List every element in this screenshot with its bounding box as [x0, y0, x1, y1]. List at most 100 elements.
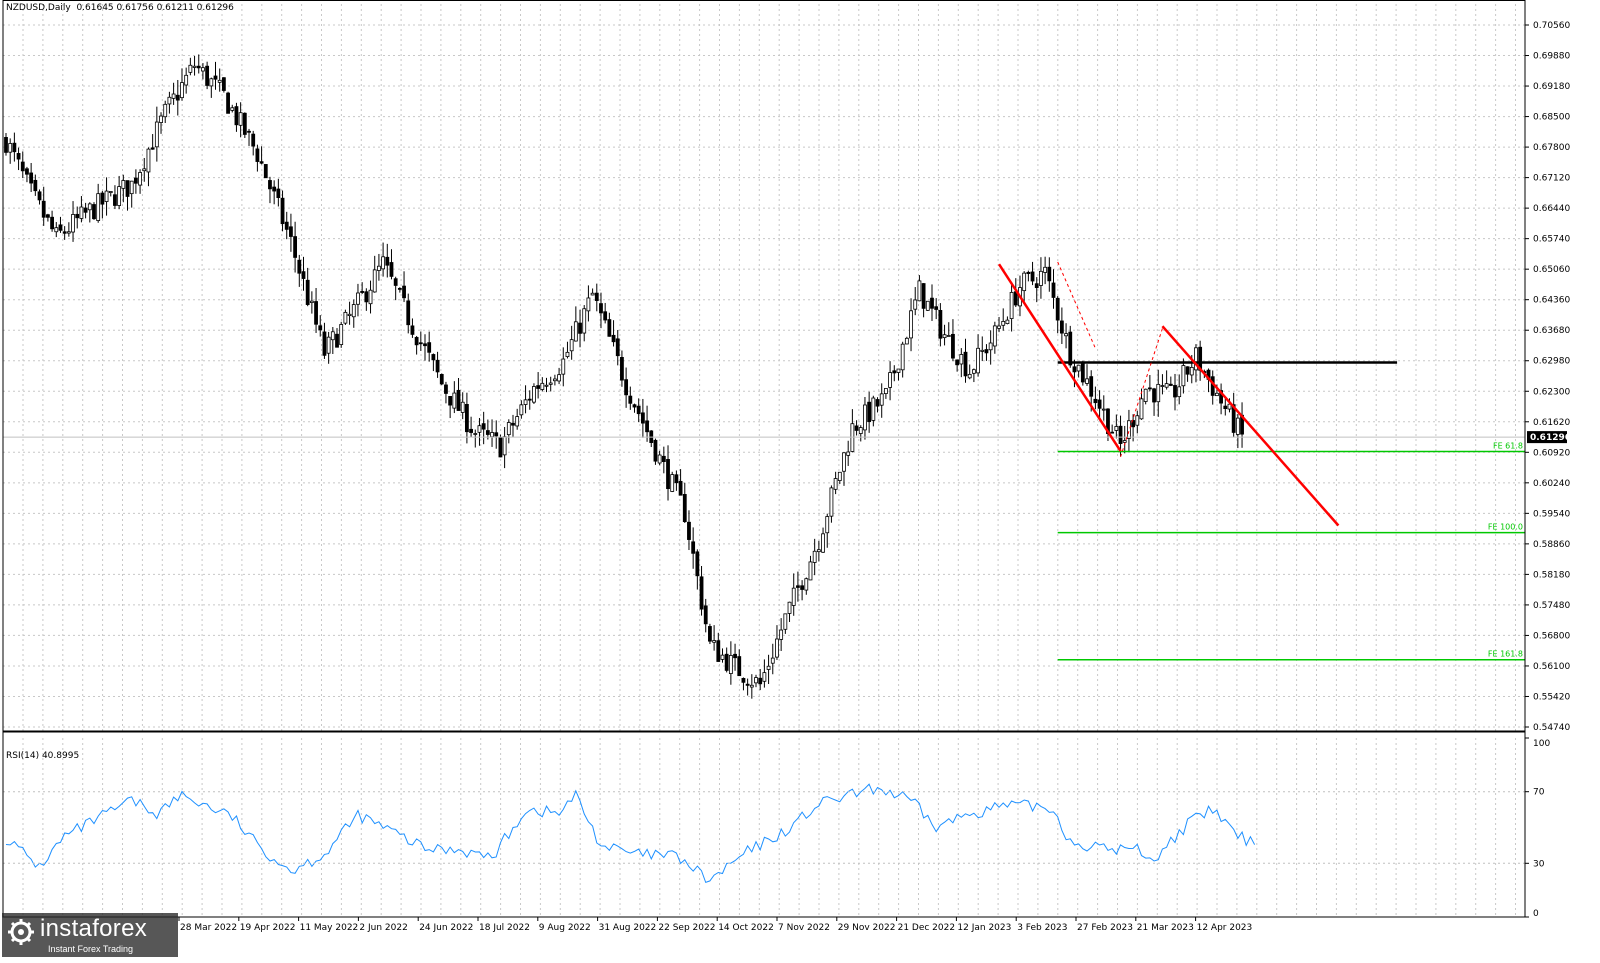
candle-body: [100, 192, 105, 205]
price-tick-label: 0.58860: [1533, 540, 1570, 550]
price-tick-label: 0.56800: [1533, 631, 1570, 641]
candle-body: [632, 404, 637, 408]
candle-body: [1059, 320, 1064, 334]
price-tick-label: 0.65740: [1533, 235, 1570, 245]
candle-body: [1072, 366, 1077, 373]
candle-body: [50, 216, 54, 230]
candle-body: [163, 103, 168, 118]
chart-header: NZDUSD,Daily 0.61645 0.61756 0.61211 0.6…: [6, 3, 234, 13]
candle-body: [234, 106, 239, 126]
candle-body: [196, 65, 201, 69]
candle-body: [879, 393, 884, 406]
candle-body: [427, 342, 432, 353]
candle-body: [557, 374, 561, 382]
candle-body: [976, 347, 980, 374]
candle-body: [854, 425, 859, 431]
candle-body: [213, 75, 218, 80]
candle-body: [867, 401, 872, 423]
candle-body: [464, 403, 469, 433]
candle-body: [343, 311, 348, 324]
candle-body: [515, 416, 520, 427]
candle-body: [251, 133, 256, 147]
candle-body: [544, 384, 549, 387]
candle-body: [1005, 319, 1010, 324]
candle-body: [276, 188, 281, 198]
candle-body: [708, 626, 712, 642]
candle-body: [532, 386, 536, 403]
time-tick-label: 3 Feb 2023: [1017, 923, 1067, 933]
candle-body: [79, 206, 84, 219]
candle-body: [1101, 408, 1106, 411]
candle-body: [1089, 376, 1094, 397]
candle-body: [871, 397, 876, 421]
candle-body: [712, 640, 717, 643]
candle-body: [1047, 266, 1052, 282]
candle-body: [636, 405, 641, 415]
price-tick-label: 0.68500: [1533, 113, 1570, 123]
price-tick-label: 0.56100: [1533, 662, 1570, 672]
candle-body: [988, 342, 993, 351]
candle-body: [754, 677, 758, 684]
candle-body: [770, 657, 775, 664]
candle-body: [255, 148, 260, 162]
candle-body: [289, 226, 293, 237]
candle-body: [469, 428, 473, 433]
candle-body: [863, 404, 867, 431]
candle-body: [699, 576, 704, 610]
candle-body: [594, 292, 599, 301]
time-tick-label: 11 May 2022: [300, 923, 359, 933]
price-tick-label: 0.69180: [1533, 82, 1570, 92]
candle-body: [339, 324, 344, 345]
candle-body: [674, 474, 679, 484]
candle-body: [695, 551, 700, 577]
candle-body: [456, 389, 461, 411]
candle-body: [573, 321, 578, 342]
candle-body: [620, 357, 624, 381]
price-tick-label: 0.69880: [1533, 52, 1570, 62]
candle-body: [347, 313, 352, 316]
candle-body: [946, 335, 951, 337]
candle-body: [180, 82, 184, 99]
candle-body: [1110, 431, 1115, 434]
candle-body: [460, 401, 465, 413]
candle-body: [586, 297, 591, 312]
candle-body: [1039, 270, 1043, 286]
candle-body: [1135, 415, 1140, 426]
candle-body: [1168, 383, 1173, 386]
candle-body: [1068, 331, 1073, 366]
candle-body: [536, 385, 541, 389]
candle-body: [884, 388, 888, 395]
candle-body: [372, 269, 377, 293]
candle-body: [569, 339, 574, 352]
candle-body: [397, 287, 402, 290]
price-tick-label: 0.66440: [1533, 204, 1570, 214]
candle-body: [1076, 364, 1081, 372]
candle-body: [335, 333, 339, 348]
candle-body: [720, 654, 725, 660]
candle-body: [523, 399, 528, 405]
candle-body: [418, 342, 423, 345]
price-tick-label: 0.65060: [1533, 265, 1570, 275]
candle-body: [25, 168, 29, 175]
candle-body: [431, 354, 436, 361]
price-tick-label: 0.70560: [1533, 21, 1570, 31]
candle-body: [724, 653, 729, 671]
candle-body: [326, 336, 331, 354]
fe-level-label: FE 161.8: [1488, 650, 1523, 659]
candle-body: [1139, 398, 1144, 420]
candle-body: [389, 262, 394, 277]
candle-body: [967, 373, 972, 379]
candle-body: [133, 177, 138, 184]
candle-body: [657, 454, 662, 464]
candle-body: [92, 204, 96, 220]
price-chart: FE 61.8 FE 100.0 FE 161.8 0.70560 0.69880 0.…: [0, 0, 1600, 959]
candle-body: [779, 629, 784, 640]
candle-body: [1173, 385, 1177, 398]
candle-body: [1097, 399, 1102, 409]
candle-body: [410, 325, 415, 335]
candle-body: [552, 378, 557, 382]
candle-body: [259, 161, 264, 164]
candle-body: [1181, 365, 1186, 387]
candle-body: [775, 638, 779, 658]
candle-body: [728, 655, 733, 674]
